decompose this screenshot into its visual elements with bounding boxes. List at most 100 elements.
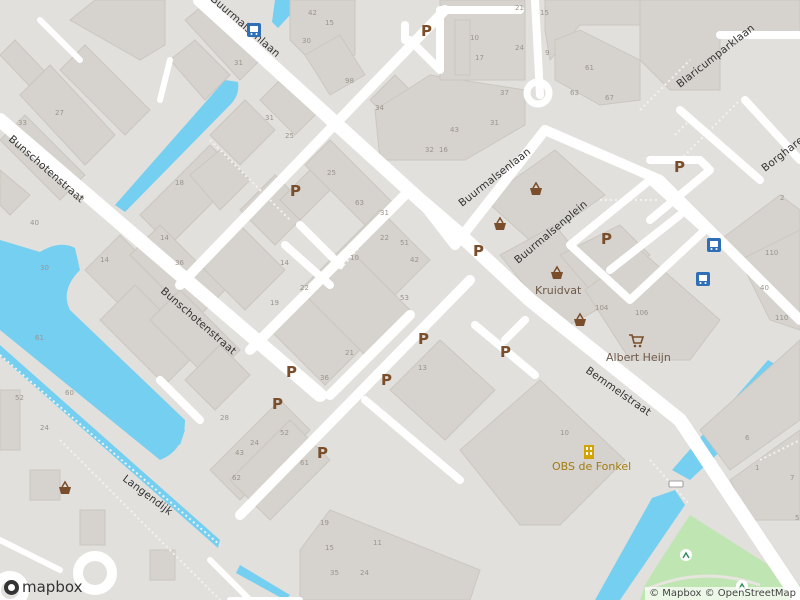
house-number: 25: [285, 132, 294, 140]
house-number: 98: [345, 77, 354, 85]
roundabout: [73, 551, 117, 595]
house-number: 16: [439, 146, 448, 154]
parking-icon[interactable]: P: [418, 330, 429, 348]
mapbox-logo[interactable]: mapbox: [4, 578, 82, 596]
mapbox-logo-text: mapbox: [22, 578, 83, 596]
house-number: 24: [40, 424, 49, 432]
house-number: 17: [475, 54, 484, 62]
house-number: 30: [40, 264, 49, 272]
house-number: 61: [585, 64, 594, 72]
house-number: 14: [100, 256, 109, 264]
house-number: 10: [560, 429, 569, 437]
house-number: 37: [500, 89, 509, 97]
house-number: 31: [490, 119, 499, 127]
house-number: 31: [265, 114, 274, 122]
house-number: 31: [380, 209, 389, 217]
house-number: 61: [35, 334, 44, 342]
house-number: 15: [325, 544, 334, 552]
house-number: 2: [780, 194, 784, 202]
bus-stop-icon[interactable]: [707, 238, 721, 252]
house-number: 40: [760, 284, 769, 292]
attribution-mapbox-link[interactable]: © Mapbox: [649, 588, 701, 599]
map-attribution: © Mapbox © OpenStreetMap: [645, 587, 800, 600]
poi-label-kruidvat[interactable]: Kruidvat: [535, 284, 582, 297]
parking-icon[interactable]: P: [674, 158, 685, 176]
house-number: 28: [220, 414, 229, 422]
house-number: 27: [55, 109, 64, 117]
shopping-basket-icon[interactable]: [59, 480, 71, 494]
house-number: 14: [160, 234, 169, 242]
house-number: 59: [625, 0, 634, 2]
house-number: 67: [605, 94, 614, 102]
map-canvas[interactable]: Bunschotenstraat Bunschotenstraat Buurma…: [0, 0, 800, 600]
mapbox-logo-icon: [4, 579, 19, 595]
house-number: 52: [15, 394, 24, 402]
house-number: 33: [18, 119, 27, 127]
house-number: 34: [375, 104, 384, 112]
house-number: 35: [330, 569, 339, 577]
house-number: 30: [302, 37, 311, 45]
house-number: 15: [540, 9, 549, 17]
house-number: 15: [325, 19, 334, 27]
house-number: 14: [280, 259, 289, 267]
parking-icon[interactable]: P: [421, 22, 432, 40]
house-number: 42: [308, 9, 317, 17]
house-number: 30: [75, 194, 84, 202]
house-number: 19: [270, 299, 279, 307]
school-icon[interactable]: [584, 445, 594, 459]
bus-stop-icon[interactable]: [696, 272, 710, 286]
bridge-icon: [668, 480, 684, 488]
parking-icon[interactable]: P: [290, 182, 301, 200]
parking-icon[interactable]: P: [381, 371, 392, 389]
house-number: 21: [345, 349, 354, 357]
house-number: 43: [450, 126, 459, 134]
house-number: 22: [300, 284, 309, 292]
parking-icon[interactable]: P: [317, 444, 328, 462]
house-number: 31: [234, 59, 243, 67]
house-number: 42: [410, 256, 419, 264]
house-number: 110: [775, 314, 788, 322]
shopping-basket-icon[interactable]: [494, 216, 506, 230]
house-number: 9: [545, 49, 549, 57]
parking-icon[interactable]: P: [272, 395, 283, 413]
house-number: 5: [795, 514, 799, 522]
house-number: 51: [400, 239, 409, 247]
house-number: 36: [320, 374, 329, 382]
house-number: 36: [175, 259, 184, 267]
map-svg: Bunschotenstraat Bunschotenstraat Buurma…: [0, 0, 800, 600]
attribution-osm-link[interactable]: © OpenStreetMap: [705, 588, 796, 599]
house-number: 110: [765, 249, 778, 257]
parking-icon[interactable]: P: [286, 363, 297, 381]
house-number: 63: [355, 199, 364, 207]
playground-icon: [680, 549, 692, 561]
house-number: 106: [635, 309, 649, 317]
house-number: 52: [280, 429, 289, 437]
parking-icon[interactable]: P: [500, 343, 511, 361]
house-number: 62: [232, 474, 241, 482]
house-number: 25: [327, 169, 336, 177]
house-number: 1: [755, 464, 759, 472]
house-number: 13: [418, 364, 427, 372]
house-number: 7: [790, 474, 794, 482]
house-number: 32: [425, 146, 434, 154]
house-number: 24: [515, 44, 524, 52]
house-number: 63: [570, 89, 579, 97]
house-number: 18: [175, 179, 184, 187]
poi-label-albert-heijn[interactable]: Albert Heijn: [606, 351, 671, 364]
parking-icon[interactable]: P: [601, 230, 612, 248]
house-number: 40: [30, 219, 39, 227]
house-number: 10: [470, 34, 479, 42]
poi-label-obs-de-fonkel[interactable]: OBS de Fonkel: [552, 460, 631, 473]
house-number: 53: [400, 294, 409, 302]
house-number: 22: [380, 234, 389, 242]
house-number: 21: [515, 4, 524, 12]
parking-icon[interactable]: P: [473, 242, 484, 260]
house-number: 24: [250, 439, 259, 447]
house-number: 61: [300, 459, 309, 467]
house-number: 10: [350, 254, 359, 262]
house-number: 11: [373, 539, 382, 547]
house-number: 19: [320, 519, 329, 527]
house-number: 60: [65, 389, 74, 397]
bus-stop-icon[interactable]: [247, 23, 261, 37]
house-number: 43: [235, 449, 244, 457]
